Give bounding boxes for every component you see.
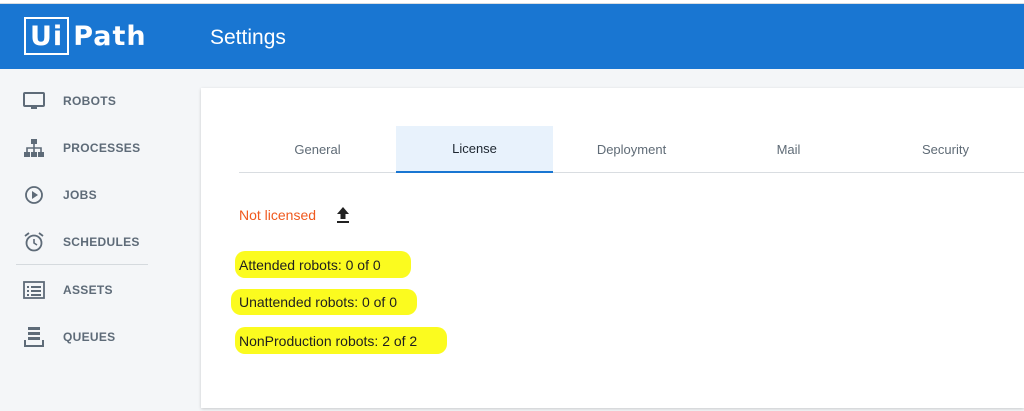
sidebar-item-schedules[interactable]: SCHEDULES: [0, 219, 190, 265]
sidebar-item-jobs[interactable]: JOBS: [0, 172, 190, 218]
tab-license[interactable]: License: [396, 126, 553, 173]
license-status-row: Not licensed: [239, 204, 353, 226]
nonproduction-robots-count: NonProduction robots: 2 of 2: [239, 333, 418, 349]
alarm-clock-icon: [22, 230, 46, 254]
tab-mail[interactable]: Mail: [710, 126, 867, 173]
sidebar-item-queues[interactable]: QUEUES: [0, 314, 190, 360]
hierarchy-icon: [22, 136, 46, 160]
sidebar-item-label: ASSETS: [63, 283, 113, 297]
tab-deployment[interactable]: Deployment: [553, 126, 710, 173]
logo-prefix: Ui: [30, 20, 64, 52]
logo-suffix: Path: [73, 20, 147, 52]
uipath-logo[interactable]: Ui Path: [24, 17, 147, 55]
logo-box: Ui: [24, 17, 70, 55]
monitor-icon: [22, 89, 46, 113]
app-header: Ui Path Settings: [0, 4, 1024, 69]
list-card-icon: [22, 278, 46, 302]
sidebar-divider: [16, 264, 148, 265]
sidebar-item-label: SCHEDULES: [63, 235, 140, 249]
sidebar-item-label: QUEUES: [63, 330, 116, 344]
unattended-robots-count: Unattended robots: 0 of 0: [239, 294, 397, 310]
sidebar-item-robots[interactable]: ROBOTS: [0, 78, 190, 124]
license-status-text: Not licensed: [239, 207, 317, 223]
sidebar-item-label: JOBS: [63, 188, 97, 202]
settings-card: General License Deployment Mail Security…: [201, 88, 1024, 408]
queue-stack-icon: [22, 325, 46, 349]
settings-tabs: General License Deployment Mail Security: [239, 126, 1024, 173]
tab-general[interactable]: General: [239, 126, 396, 173]
upload-icon[interactable]: [333, 204, 353, 226]
sidebar: ROBOTS PROCESSES JOBS SCHEDULES ASSETS Q…: [0, 69, 200, 411]
sidebar-item-assets[interactable]: ASSETS: [0, 267, 190, 313]
sidebar-item-label: ROBOTS: [63, 94, 117, 108]
sidebar-item-processes[interactable]: PROCESSES: [0, 125, 190, 171]
tab-security[interactable]: Security: [867, 126, 1024, 173]
page-title: Settings: [210, 26, 286, 49]
attended-robots-count: Attended robots: 0 of 0: [239, 257, 381, 273]
play-circle-icon: [22, 183, 46, 207]
sidebar-item-label: PROCESSES: [63, 141, 141, 155]
